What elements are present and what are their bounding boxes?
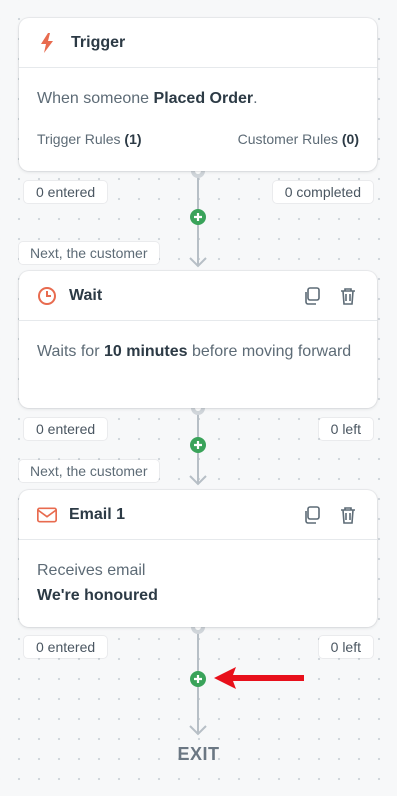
completed-count: 0 completed <box>272 181 373 203</box>
email-subject: We're honoured <box>37 587 158 604</box>
connector-label: Next, the customer <box>19 460 159 482</box>
duplicate-icon[interactable] <box>301 504 323 526</box>
left-count: 0 left <box>318 636 373 658</box>
email-card[interactable]: Email 1 Receives email We're honoured <box>19 490 377 627</box>
wait-body: Waits for 10 minutes before moving forwa… <box>37 343 352 360</box>
customer-rules-link[interactable]: Customer Rules (0) <box>238 127 359 152</box>
email-title: Email 1 <box>69 505 126 523</box>
entered-count: 0 entered <box>24 418 108 440</box>
envelope-icon <box>37 505 57 525</box>
clock-icon <box>37 286 57 306</box>
entered-count: 0 entered <box>24 181 108 203</box>
trigger-description: When someone Placed Order. <box>37 90 258 107</box>
wait-title: Wait <box>69 286 103 304</box>
add-step-button[interactable] <box>189 208 207 226</box>
annotation-arrow <box>214 667 304 689</box>
trigger-rules-link[interactable]: Trigger Rules (1) <box>37 127 142 152</box>
exit-label: EXIT <box>177 744 220 764</box>
entered-count: 0 entered <box>24 636 108 658</box>
trigger-title: Trigger <box>71 33 126 51</box>
add-step-button[interactable] <box>189 436 207 454</box>
left-count: 0 left <box>318 418 373 440</box>
trash-icon[interactable] <box>337 504 359 526</box>
email-body: Receives email We're honoured <box>37 562 158 604</box>
add-step-button[interactable] <box>189 670 207 688</box>
trash-icon[interactable] <box>337 285 359 307</box>
wait-card[interactable]: Wait Waits for 10 minutes before moving … <box>19 271 377 408</box>
connector-label: Next, the customer <box>19 242 159 264</box>
email-card-header: Email 1 <box>19 490 377 540</box>
lightning-icon <box>37 32 57 53</box>
trigger-card[interactable]: Trigger When someone Placed Order. Trigg… <box>19 18 377 171</box>
duplicate-icon[interactable] <box>301 285 323 307</box>
wait-card-header: Wait <box>19 271 377 321</box>
trigger-body: When someone Placed Order. Trigger Rules… <box>19 68 377 170</box>
trigger-card-header: Trigger <box>19 18 377 68</box>
